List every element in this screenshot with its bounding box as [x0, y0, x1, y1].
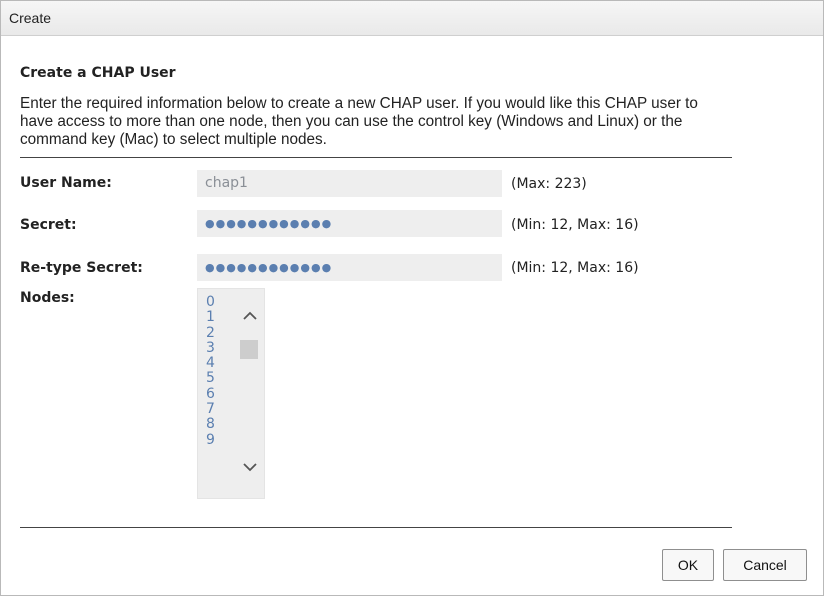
- scroll-thumb[interactable]: [240, 340, 258, 359]
- user-name-label: User Name:: [20, 175, 112, 191]
- secret-hint: (Min: 12, Max: 16): [511, 217, 639, 233]
- nodes-scrollbar[interactable]: [238, 289, 263, 498]
- nodes-select[interactable]: 0 1 2 3 4 5 6 7 8 9: [197, 288, 265, 499]
- bottom-divider: [20, 527, 732, 528]
- section-title: Create a CHAP User: [20, 65, 176, 81]
- node-option[interactable]: 2: [206, 325, 215, 341]
- nodes-list: 0 1 2 3 4 5 6 7 8 9: [206, 294, 215, 448]
- cancel-button[interactable]: Cancel: [723, 549, 807, 581]
- node-option[interactable]: 3: [206, 340, 215, 356]
- nodes-label: Nodes:: [20, 290, 75, 306]
- node-option[interactable]: 8: [206, 417, 215, 433]
- secret-input[interactable]: ●●●●●●●●●●●●: [197, 210, 502, 237]
- node-option[interactable]: 0: [206, 294, 215, 310]
- top-divider: [20, 157, 732, 158]
- node-option[interactable]: 5: [206, 371, 215, 387]
- user-name-input[interactable]: [197, 170, 502, 197]
- node-option[interactable]: 6: [206, 386, 215, 402]
- chevron-down-icon[interactable]: [240, 459, 260, 475]
- section-description: Enter the required information below to …: [20, 95, 698, 148]
- node-option[interactable]: 9: [206, 432, 215, 448]
- secret-label: Secret:: [20, 217, 77, 233]
- user-name-hint: (Max: 223): [511, 176, 587, 192]
- dialog-title: Create: [1, 1, 823, 36]
- node-option[interactable]: 4: [206, 355, 215, 371]
- retype-secret-hint: (Min: 12, Max: 16): [511, 260, 639, 276]
- retype-secret-label: Re-type Secret:: [20, 260, 143, 276]
- node-option[interactable]: 1: [206, 309, 215, 325]
- chevron-up-icon[interactable]: [240, 307, 260, 323]
- ok-button[interactable]: OK: [662, 549, 714, 581]
- retype-secret-input[interactable]: ●●●●●●●●●●●●: [197, 254, 502, 281]
- node-option[interactable]: 7: [206, 401, 215, 417]
- create-chap-user-dialog: Create Create a CHAP User Enter the requ…: [0, 0, 824, 596]
